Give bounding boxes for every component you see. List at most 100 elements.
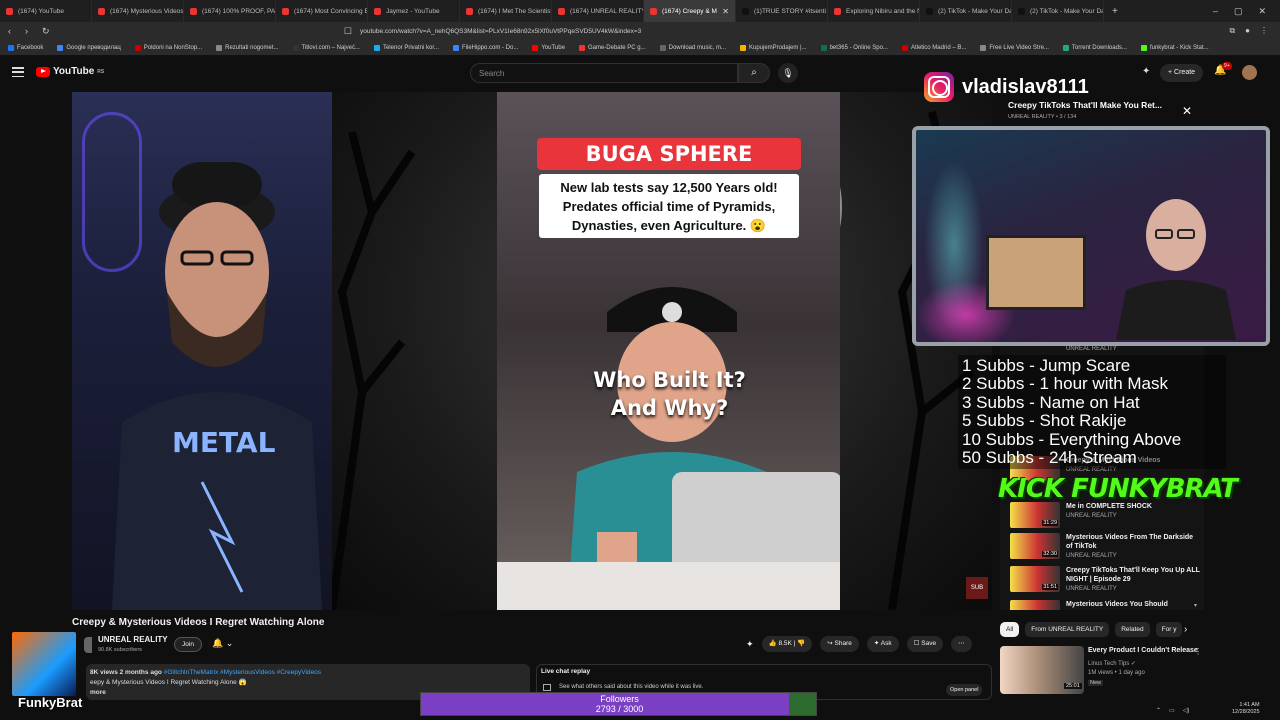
- menu-dots-icon[interactable]: ⋮: [1260, 26, 1268, 36]
- bookmark-item[interactable]: YouTube: [532, 44, 565, 51]
- tab-label: Jaymez - YouTube: [386, 7, 440, 15]
- video-player[interactable]: METAL BUGA SPHERE TESTED New lab tests s…: [72, 92, 992, 610]
- bookmark-item[interactable]: bet365 - Online Spo...: [820, 44, 888, 51]
- recommended-title[interactable]: Every Product I Couldn't Release: [1088, 647, 1198, 654]
- hamburger-menu-icon[interactable]: [12, 67, 24, 77]
- bookmark-icon[interactable]: ☐: [344, 26, 352, 37]
- recommended-channel[interactable]: Linus Tech Tips ✓: [1088, 660, 1136, 667]
- bookmark-favicon-icon: [216, 44, 223, 51]
- close-window-button[interactable]: ✕: [1258, 6, 1266, 17]
- like-button[interactable]: 👍 8.5K | 👎: [761, 636, 813, 652]
- bookmark-favicon-icon: [578, 44, 585, 51]
- browser-tab[interactable]: (2) TikTok - Make Your Day: [920, 0, 1012, 22]
- microphone-icon: 🎙: [782, 68, 794, 78]
- bookmark-item[interactable]: Torrent Downloads...: [1062, 44, 1127, 51]
- browser-tab[interactable]: (1674) UNREAL REALITY - Y: [552, 0, 644, 22]
- playlist-item[interactable]: Mysterious Videos You Should: [1010, 600, 1200, 610]
- bookmark-item[interactable]: Free Live Video Stre...: [980, 44, 1049, 51]
- bookmark-item[interactable]: Titlovi.com – Najveć...: [292, 44, 360, 51]
- bookmark-item[interactable]: Download music, m...: [659, 44, 726, 51]
- search-button[interactable]: ⌕: [738, 63, 770, 83]
- chevron-right-icon[interactable]: ›: [1184, 624, 1187, 635]
- bookmark-item[interactable]: Google преводилац: [57, 44, 121, 51]
- open-panel-button[interactable]: Open panel: [946, 684, 983, 696]
- filter-chip[interactable]: Related: [1115, 622, 1150, 637]
- forward-icon[interactable]: ›: [25, 26, 28, 37]
- extensions-icon[interactable]: ⧉: [1229, 26, 1235, 36]
- profile-icon[interactable]: ●: [1245, 26, 1250, 36]
- bonus-icon[interactable]: ✦: [746, 639, 754, 650]
- subscribe-watermark[interactable]: SUB: [966, 577, 988, 599]
- bookmark-item[interactable]: KupujemProdajem |...: [740, 44, 807, 51]
- filter-chip[interactable]: For y: [1155, 622, 1183, 637]
- browser-tab[interactable]: (1674) 100% PROOF, PARA: [184, 0, 276, 22]
- bookmark-item[interactable]: funkybrat - Kick Stat...: [1140, 44, 1209, 51]
- browser-tab[interactable]: (1674) I Met The Scientist: [460, 0, 552, 22]
- bookmark-item[interactable]: Rezultati nogomet...: [216, 44, 279, 51]
- browser-tab[interactable]: (1674) Mysterious Videos I: [92, 0, 184, 22]
- save-button[interactable]: ☐ Save: [906, 636, 944, 652]
- more-actions-button[interactable]: ⋯: [951, 636, 972, 652]
- browser-tab[interactable]: Jaymez - YouTube: [368, 0, 460, 22]
- account-avatar[interactable]: [1242, 65, 1257, 80]
- filter-chips: All From UNREAL REALITY Related For y: [1000, 622, 1183, 637]
- bookmark-item[interactable]: Telenor Privatni kor...: [373, 44, 439, 51]
- system-clock[interactable]: 1:41 AM 12/28/2025: [1232, 702, 1260, 716]
- url-field[interactable]: youtube.com/watch?v=A_nehQ6QS3M&list=PLx…: [360, 28, 1229, 35]
- close-tab-icon[interactable]: ✕: [722, 7, 729, 16]
- back-icon[interactable]: ‹: [8, 26, 11, 37]
- browser-tab[interactable]: (2) TikTok - Make Your Day: [1012, 0, 1104, 22]
- search-input[interactable]: Search: [470, 63, 738, 83]
- live-chat-title: Live chat replay: [541, 668, 591, 675]
- browser-tab[interactable]: (1674) Most Convincing Ev: [276, 0, 368, 22]
- clip-caption: Who Built It? And Why?: [557, 366, 782, 422]
- browser-tab[interactable]: (1674) YouTube: [0, 0, 92, 22]
- filter-chip[interactable]: From UNREAL REALITY: [1025, 622, 1110, 637]
- recommended-menu-icon[interactable]: ⋮: [1194, 647, 1202, 656]
- network-icon[interactable]: ▭: [1169, 707, 1175, 714]
- voice-search-button[interactable]: 🎙: [778, 63, 798, 83]
- bookmark-item[interactable]: Poldoni na NonStop...: [134, 44, 202, 51]
- playlist-item[interactable]: 31:51 Creepy TikToks That'll Keep You Up …: [1010, 566, 1200, 596]
- minimize-button[interactable]: –: [1213, 6, 1218, 16]
- followers-goal-bar: Followers 2793 / 3000: [420, 692, 817, 716]
- channel-name[interactable]: UNREAL REALITY: [98, 635, 168, 644]
- bookmark-item[interactable]: Facebook: [8, 44, 44, 51]
- create-button[interactable]: + Create: [1160, 64, 1204, 82]
- playlist-item[interactable]: 31:29 Me in COMPLETE SHOCK UNREAL REALITY: [1010, 502, 1200, 532]
- bookmark-item[interactable]: Game-Debate PC g...: [578, 44, 646, 51]
- share-button[interactable]: ↪ Share: [820, 636, 859, 652]
- browser-tab[interactable]: (1674) Creepy & M ✕: [644, 0, 736, 22]
- new-tab-button[interactable]: +: [1104, 6, 1126, 17]
- ask-button[interactable]: ✦ Ask: [866, 636, 899, 652]
- playlist-item[interactable]: 32:30 Mysterious Videos From The Darkside…: [1010, 533, 1200, 563]
- browser-tab-bar: (1674) YouTube (1674) Mysterious Videos I…: [0, 0, 1280, 22]
- youtube-play-icon: [36, 66, 50, 77]
- description-tags[interactable]: #GlitchInTheMatrix #MysteriousVideos #Cr…: [164, 669, 321, 676]
- join-button[interactable]: Join: [174, 637, 202, 652]
- youtube-logo[interactable]: YouTube RS: [36, 66, 104, 77]
- browser-tab[interactable]: Exploring Nibiru and the N: [828, 0, 920, 22]
- tray-arrow-icon[interactable]: ⌃: [1156, 707, 1161, 714]
- cast-icon[interactable]: ✦: [1142, 66, 1150, 77]
- followers-count: 2793 / 3000: [595, 704, 644, 714]
- tab-label: Exploring Nibiru and the N: [846, 7, 920, 15]
- sub-goals-list: 1 Subbs - Jump Scare 2 Subbs - 1 hour wit…: [958, 355, 1226, 470]
- bookmark-item[interactable]: FileHippo.com - Do...: [453, 44, 518, 51]
- volume-icon[interactable]: ◁): [1183, 707, 1190, 714]
- filter-chip[interactable]: All: [1000, 622, 1020, 637]
- maximize-button[interactable]: ▢: [1234, 6, 1243, 17]
- reload-icon[interactable]: ↻: [42, 26, 50, 37]
- sub-goal-item: 2 Subbs - 1 hour with Mask: [962, 374, 1168, 394]
- window-controls: – ▢ ✕: [1212, 0, 1280, 22]
- bookmark-favicon-icon: [659, 44, 666, 51]
- bookmark-label: Facebook: [17, 44, 44, 51]
- playlist-expand-icon[interactable]: ▾: [1194, 602, 1197, 609]
- bookmark-favicon-icon: [292, 44, 299, 51]
- browser-tab[interactable]: (1)TRUE STORY #itsenti: [736, 0, 828, 22]
- close-icon[interactable]: ✕: [1182, 104, 1192, 118]
- bookmark-item[interactable]: Atletico Madrid – B...: [901, 44, 966, 51]
- subscription-bell-icon[interactable]: 🔔 ⌄: [212, 638, 233, 649]
- subscriber-count: 90.8K subscribers: [98, 647, 143, 653]
- channel-avatar[interactable]: [84, 637, 92, 653]
